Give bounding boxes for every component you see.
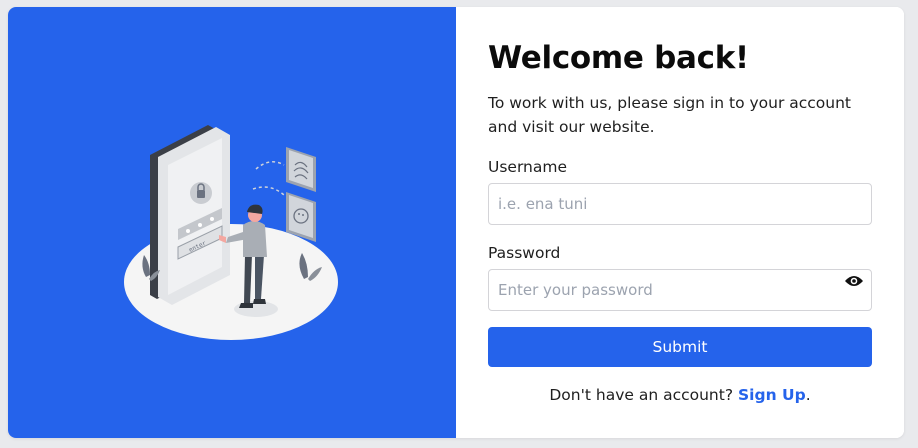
security-illustration: enter [124,125,338,340]
login-card: enter Welcome back! To work with us, ple… [8,7,904,438]
signup-prompt-row: Don't have an account? Sign Up. [488,386,872,404]
illustration-panel: enter [8,7,456,438]
password-label: Password [488,244,561,262]
page-title: Welcome back! [488,40,749,76]
password-input[interactable] [488,269,872,311]
eye-icon[interactable] [844,274,864,288]
signup-suffix: . [805,386,811,404]
username-label: Username [488,158,568,176]
username-input[interactable] [488,183,872,225]
login-form-panel: Welcome back! To work with us, please si… [456,7,904,438]
page-subtitle: To work with us, please sign in to your … [488,94,852,136]
submit-button[interactable]: Submit [488,327,872,367]
signup-link[interactable]: Sign Up [738,386,806,404]
signup-prompt-text: Don't have an account? [549,386,734,404]
